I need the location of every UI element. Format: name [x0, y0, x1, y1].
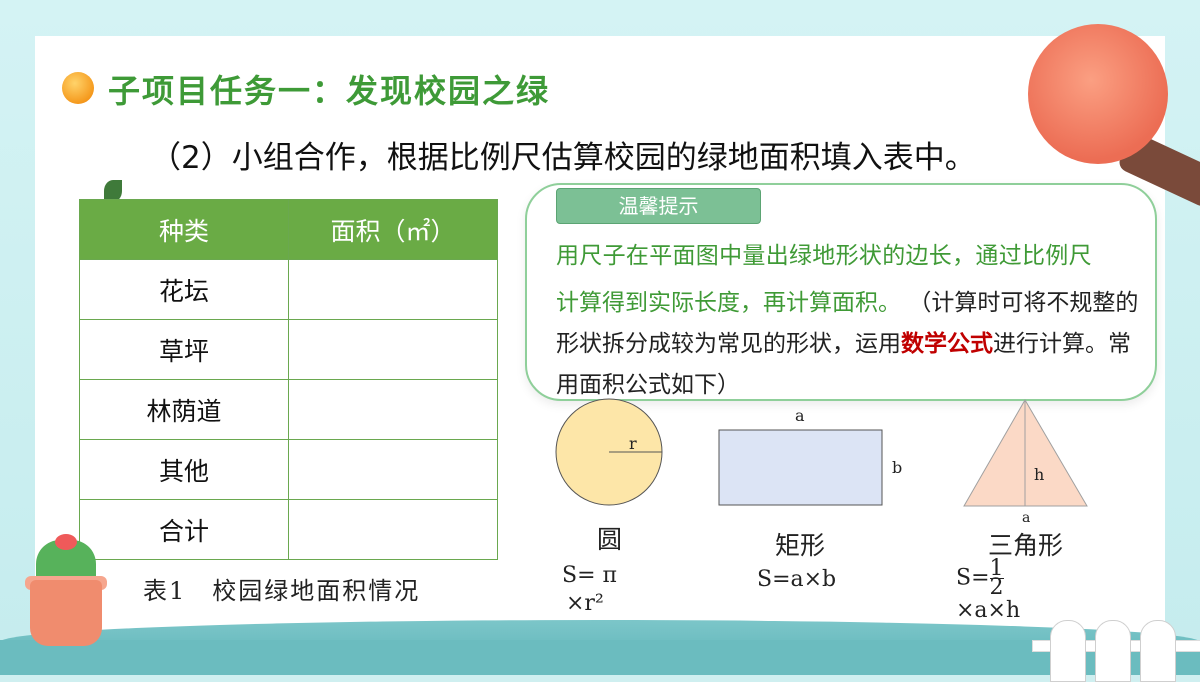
green-area-table: 种类 面积（㎡） 花坛 草坪 林荫道 其他 合计 [79, 199, 498, 560]
triangle-formula-part1: S= [956, 565, 990, 591]
circle-radius-label: r [629, 434, 637, 453]
table-caption: 表1 校园绿地面积情况 [143, 577, 421, 605]
tree-icon [1028, 24, 1168, 164]
table-row: 草坪 [79, 319, 498, 380]
table-row: 花坛 [79, 259, 498, 320]
triangle-base-label: a [1022, 510, 1031, 526]
kind-cell: 合计 [79, 499, 289, 560]
rectangle-top-label: a [795, 406, 805, 425]
column-header-area: 面积（㎡） [288, 199, 498, 260]
triangle-formula-part2: ×a×h [956, 598, 1021, 623]
fence-post-icon [1050, 620, 1086, 682]
area-cell[interactable] [288, 379, 498, 440]
tip-label: 温馨提示 [556, 188, 761, 224]
area-cell[interactable] [288, 499, 498, 560]
page-title: 子项目任务一：发现校园之绿 [108, 72, 551, 110]
tip-highlight: 数学公式 [901, 331, 993, 357]
circle-name: 圆 [597, 525, 623, 554]
triangle-height-label: h [1034, 465, 1045, 484]
column-header-kind: 种类 [79, 199, 289, 260]
tip-text-line1: 用尺子在平面图中量出绿地形状的边长，通过比例尺 [556, 243, 1092, 269]
flower-pot-icon [30, 580, 102, 646]
circle-formula-part1: S= π [562, 563, 617, 588]
fence-post-icon [1140, 620, 1176, 682]
shape-diagrams [555, 398, 1088, 507]
cactus-flower-icon [55, 534, 77, 550]
table-header-row: 种类 面积（㎡） [79, 199, 498, 260]
fraction-denominator: 2 [989, 575, 1004, 600]
ground-base-decoration [0, 640, 1200, 675]
task-instruction: （2）小组合作，根据比例尺估算校园的绿地面积填入表中。 [150, 140, 976, 176]
table-row: 其他 [79, 439, 498, 500]
area-cell[interactable] [288, 319, 498, 380]
fence-post-icon [1095, 620, 1131, 682]
tip-text-line2a: 计算得到实际长度，再计算面积。 [556, 290, 901, 316]
kind-cell: 草坪 [79, 319, 289, 380]
kind-cell: 林荫道 [79, 379, 289, 440]
rectangle-name: 矩形 [775, 531, 826, 560]
rectangle-side-label: b [892, 458, 903, 477]
circle-formula: S= π ×r² [562, 562, 617, 618]
orange-bullet-icon [62, 72, 94, 104]
table-row: 合计 [79, 499, 498, 560]
area-cell[interactable] [288, 259, 498, 320]
table-row: 林荫道 [79, 379, 498, 440]
rectangle-shape [718, 429, 883, 506]
kind-cell: 花坛 [79, 259, 289, 320]
rectangle-formula: S=a×b [757, 567, 837, 592]
circle-formula-part2: ×r² [566, 591, 604, 616]
tip-text-body: 计算得到实际长度，再计算面积。 （计算时可将不规整的形状拆分成较为常见的形状，运… [556, 283, 1146, 406]
triangle-formula: S= 1 2 ×a×h [956, 558, 1056, 625]
kind-cell: 其他 [79, 439, 289, 500]
area-cell[interactable] [288, 439, 498, 500]
